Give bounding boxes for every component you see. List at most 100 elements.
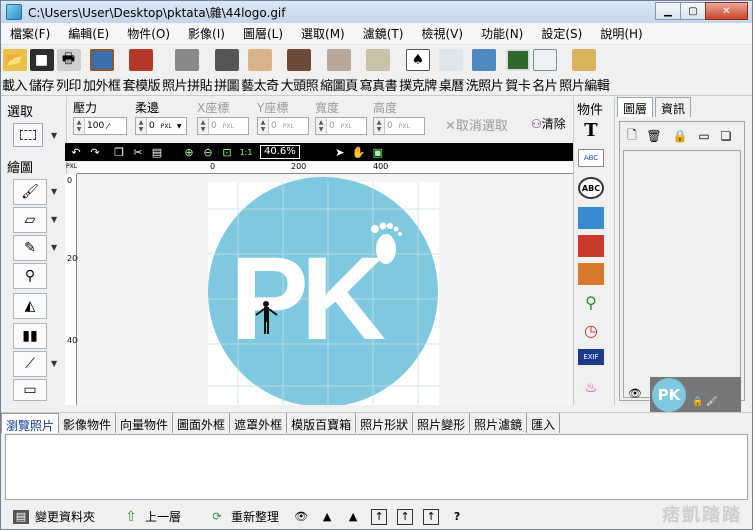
chevron-down-icon[interactable]: ▼ <box>51 215 57 224</box>
y-coord-spinner[interactable]: ▲ ▼ 0 PXL <box>257 117 309 135</box>
stamp-tool[interactable]: ⚲ <box>13 263 47 289</box>
chevron-down-icon[interactable]: ▼ <box>51 187 57 196</box>
menu-select[interactable]: 選取(M) <box>292 25 354 42</box>
save-button[interactable]: ■ 儲存 <box>28 46 55 94</box>
change-folder-button[interactable]: ▤ 變更資料夾 <box>13 508 95 525</box>
tab-template-box[interactable]: 模版百寶箱 <box>287 413 357 433</box>
undo-icon[interactable]: ↶ <box>68 145 84 159</box>
zoom-out-icon[interactable]: ⊖ <box>200 145 216 159</box>
eye-icon[interactable]: 👁 <box>293 509 309 525</box>
portrait-button[interactable]: 大頭照 <box>280 46 320 94</box>
spin-arrows-icon[interactable]: ▲ ▼ <box>74 118 85 134</box>
pen-tool[interactable]: ✎ <box>13 235 47 261</box>
lock-icon[interactable]: 🔒 <box>672 128 688 144</box>
tab-import[interactable]: 匯入 <box>527 413 561 433</box>
spin-arrows-icon[interactable]: ▲ ▼ <box>198 118 209 134</box>
pressure-spinner[interactable]: ▲ ▼ 100 ⁄ <box>73 117 127 135</box>
paste-icon[interactable]: ▤ <box>149 145 165 159</box>
height-spinner[interactable]: ▲ ▼ 0 PXL <box>373 117 425 135</box>
print-photo-button[interactable]: 洗照片 <box>465 46 505 94</box>
menu-image[interactable]: 影像(I) <box>179 25 234 42</box>
round-text-button[interactable]: ABC <box>578 177 604 199</box>
print-button[interactable]: 🖶 列印 <box>55 46 82 94</box>
layer-thumbnail[interactable]: PK 🔒 🖌 <box>650 377 741 413</box>
clock-button[interactable]: ◷ <box>578 319 604 341</box>
puzzle-button[interactable]: 拼圖 <box>213 46 240 94</box>
chevron-down-icon[interactable]: ▼ <box>51 359 57 368</box>
cancel-selection-button[interactable]: ✕取消選取 <box>445 115 508 134</box>
sort-up-icon[interactable]: ▲ <box>319 509 335 525</box>
image-canvas[interactable]: PK <box>78 174 573 405</box>
trash-icon[interactable]: 🗑 <box>646 128 662 144</box>
poker-button[interactable]: ♠ 撲克牌 <box>398 46 438 94</box>
text-box-button[interactable]: ABC <box>578 149 604 167</box>
eraser-tool[interactable]: ▱ <box>13 207 47 233</box>
clear-button[interactable]: ⚇清除 <box>531 115 566 132</box>
menu-layer[interactable]: 圖層(L) <box>234 25 292 42</box>
tab-photo-filters[interactable]: 照片濾鏡 <box>470 413 528 433</box>
copy-icon[interactable]: ❐ <box>111 145 127 159</box>
up-level-button[interactable]: ⇧ 上一層 <box>123 508 181 525</box>
image-object-button[interactable] <box>578 207 604 229</box>
width-spinner[interactable]: ▲ ▼ 0 PXL <box>315 117 367 135</box>
montage-button[interactable]: 藝太奇 <box>240 46 280 94</box>
pointer-icon[interactable]: ➤ <box>332 145 348 159</box>
x-coord-spinner[interactable]: ▲ ▼ 0 PXL <box>197 117 249 135</box>
close-button[interactable]: ✕ <box>705 2 748 20</box>
spin-arrows-icon[interactable]: ▲ ▼ <box>374 118 385 134</box>
photo-object-button[interactable] <box>578 235 604 257</box>
order-2-icon[interactable]: ↑ <box>397 508 414 525</box>
hand-icon[interactable]: ✋ <box>351 145 367 159</box>
order-1-icon[interactable]: ↑ <box>371 508 388 525</box>
photo-edit-button[interactable]: 照片編輯 <box>558 46 610 94</box>
menu-settings[interactable]: 設定(S) <box>532 25 591 42</box>
chevron-down-icon[interactable]: ▼ <box>177 123 182 130</box>
menu-object[interactable]: 物件(O) <box>118 25 179 42</box>
menu-function[interactable]: 功能(N) <box>472 25 532 42</box>
text-object-button[interactable]: T <box>578 119 604 141</box>
reorganize-button[interactable]: ⟳ 重新整理 <box>209 508 279 525</box>
desk-calendar-button[interactable]: 桌曆 <box>438 46 465 94</box>
fit-window-icon[interactable]: ⊡ <box>219 145 235 159</box>
zoom-in-icon[interactable]: ⊕ <box>181 145 197 159</box>
spin-arrows-icon[interactable]: ▲ ▼ <box>316 118 327 134</box>
cut-icon[interactable]: ✂ <box>130 145 146 159</box>
tab-frames[interactable]: 圖面外框 <box>173 413 231 433</box>
tab-info[interactable]: 資訊 <box>655 97 692 117</box>
monitor-icon[interactable]: ▭ <box>696 128 712 144</box>
rect-select-tool[interactable] <box>13 123 43 147</box>
multi-photo-button[interactable] <box>578 263 604 285</box>
order-3-icon[interactable]: ↑ <box>423 508 440 525</box>
template-button[interactable]: 套模版 <box>122 46 162 94</box>
tab-vector-objects[interactable]: 向量物件 <box>116 413 174 433</box>
tab-browse-photos[interactable]: 瀏覽照片 <box>1 413 60 433</box>
maximize-button[interactable]: ▢ <box>680 2 706 20</box>
eye-icon[interactable]: 👁 <box>628 387 642 400</box>
minimize-button[interactable]: ▁ <box>655 2 681 20</box>
photo-browser-area[interactable] <box>5 434 748 500</box>
redo-icon[interactable]: ↷ <box>87 145 103 159</box>
tab-photo-shapes[interactable]: 照片形狀 <box>356 413 414 433</box>
menu-edit[interactable]: 編輯(E) <box>59 25 118 42</box>
duplicate-layer-icon[interactable]: ❏ <box>718 128 734 144</box>
select-area-icon[interactable]: ▣ <box>370 145 386 159</box>
cake-button[interactable]: ♨ <box>578 377 604 399</box>
tab-layers[interactable]: 圖層 <box>617 97 654 117</box>
menu-filter[interactable]: 濾鏡(T) <box>354 25 413 42</box>
tab-mask-frames[interactable]: 遮罩外框 <box>230 413 288 433</box>
new-layer-icon[interactable]: 🗋 <box>624 128 640 144</box>
help-button[interactable]: ? <box>449 509 465 525</box>
business-card-button[interactable]: 名片 <box>531 46 558 94</box>
eyedropper-tool[interactable]: ⟋ <box>13 351 47 377</box>
menu-help[interactable]: 說明(H) <box>591 25 651 42</box>
magnifier-button[interactable]: ⚲ <box>578 291 604 313</box>
tab-photo-warp[interactable]: 照片變形 <box>413 413 471 433</box>
spin-arrows-icon[interactable]: ▲ ▼ <box>258 118 269 134</box>
spin-arrows-icon[interactable]: ▲ ▼ <box>136 118 147 134</box>
soft-edge-spinner[interactable]: ▲ ▼ 0 PXL ▼ <box>135 117 187 135</box>
sort-down-icon[interactable]: ▲ <box>345 509 361 525</box>
add-frame-button[interactable]: 加外框 <box>82 46 122 94</box>
menu-view[interactable]: 檢視(V) <box>412 25 472 42</box>
chevron-down-icon[interactable]: ▼ <box>51 131 57 140</box>
shape-tool[interactable]: ▭ <box>13 379 47 401</box>
